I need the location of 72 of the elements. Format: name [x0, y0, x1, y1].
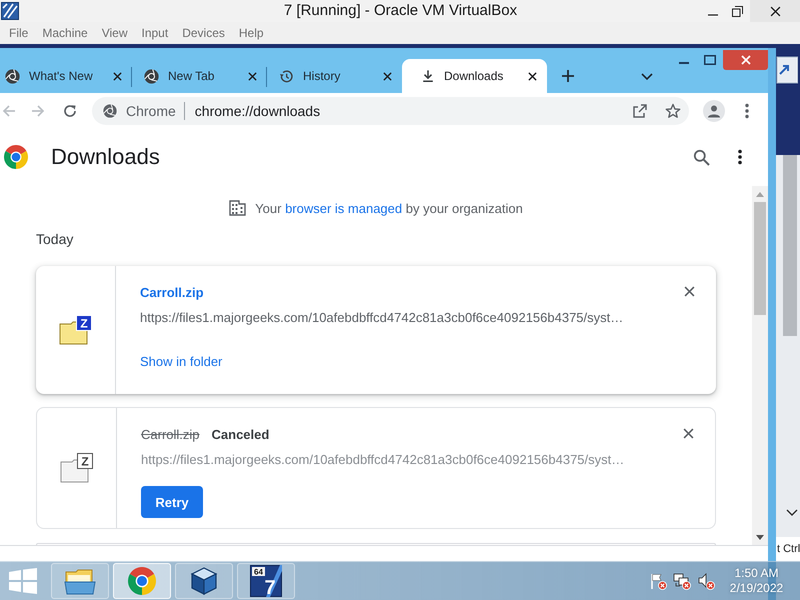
close-button[interactable] — [750, 0, 800, 22]
browser-logo-icon — [4, 145, 28, 169]
browser-tab[interactable]: New Tab — [132, 59, 267, 93]
download-url: https://files1.majorgeeks.com/10afebdbffcd4742c81a3cb0f6ce4092156b4375/syst… — [140, 309, 624, 327]
browser-icon — [144, 68, 159, 84]
reload-icon[interactable] — [62, 102, 78, 118]
browser-logo-icon — [128, 567, 156, 595]
close-icon — [740, 55, 750, 65]
show-in-folder-link[interactable]: Show in folder — [140, 353, 222, 371]
window-title: 7 [Running] - Oracle VM VirtualBox — [284, 1, 518, 21]
close-icon[interactable] — [248, 72, 257, 80]
taskbar-button[interactable] — [51, 563, 109, 599]
managed-link[interactable]: browser is managed — [285, 200, 402, 216]
retry-button[interactable]: Retry — [141, 486, 203, 518]
clock-date: 2/19/2022 — [730, 581, 784, 596]
section-heading: Today — [36, 230, 74, 249]
person-icon — [707, 104, 721, 118]
taskbar-button[interactable] — [175, 563, 233, 599]
download-status: Canceled — [212, 426, 270, 442]
star-icon[interactable] — [665, 102, 681, 118]
menu-item[interactable]: Input — [134, 22, 176, 44]
scroll-down-icon[interactable] — [756, 534, 764, 540]
close-icon[interactable] — [528, 72, 537, 80]
history-icon — [279, 68, 294, 84]
managed-notice: Your browser is managed by your organization — [255, 200, 523, 216]
browser-tab[interactable]: What's New — [0, 59, 132, 93]
start-logo-icon — [8, 568, 38, 594]
file-name-link[interactable]: Carroll.zip — [140, 284, 204, 300]
browser-tab[interactable]: History — [267, 59, 402, 93]
cube-icon[interactable] — [190, 566, 218, 596]
download-url: https://files1.majorgeeks.com/10afebdbffcd4742c81a3cb0f6ce4092156b4375/syst… — [141, 451, 624, 469]
building-icon — [229, 200, 246, 216]
close-icon[interactable] — [682, 428, 694, 439]
profile-button[interactable] — [703, 100, 725, 122]
close-icon[interactable] — [383, 72, 392, 80]
folder-icon[interactable] — [64, 567, 96, 595]
taskbar-button[interactable]: 64 7 — [237, 563, 295, 599]
close-icon[interactable] — [684, 286, 694, 297]
browser-icon — [5, 68, 20, 84]
more-icon[interactable] — [738, 149, 742, 165]
more-icon[interactable] — [744, 102, 748, 118]
file-name: Carroll.zip — [141, 426, 200, 442]
menu-item[interactable]: Devices — [175, 22, 232, 44]
plus-icon[interactable] — [561, 69, 575, 83]
taskbar-button[interactable] — [113, 563, 171, 599]
close-icon[interactable] — [113, 72, 122, 80]
maximize-icon[interactable] — [704, 55, 716, 65]
menu-item[interactable]: View — [94, 22, 134, 44]
menu-item[interactable]: Machine — [35, 22, 95, 44]
scrollbar-thumb[interactable] — [754, 202, 766, 315]
search-icon[interactable] — [693, 148, 710, 166]
network-icon[interactable] — [673, 572, 691, 590]
app-icon — [1, 2, 19, 20]
download-icon — [421, 69, 435, 83]
chevron-down-icon — [786, 509, 798, 517]
vm-icon[interactable]: 64 7 — [250, 565, 282, 597]
host-key-label: t Ctrl — [776, 542, 800, 557]
close-icon — [770, 6, 780, 16]
clock-time: 1:50 AM — [734, 566, 779, 581]
browser-icon — [103, 104, 117, 118]
menu-item[interactable]: File — [2, 22, 36, 44]
speaker-icon[interactable] — [697, 572, 715, 590]
menu-item[interactable]: Help — [232, 22, 271, 44]
shortcut-icon — [776, 56, 798, 84]
address-bar[interactable]: Chrome chrome://downloads — [92, 96, 689, 124]
address-text: chrome://downloads — [194, 102, 322, 118]
page-title: Downloads — [51, 144, 160, 170]
share-icon[interactable] — [632, 102, 648, 118]
browser-tab[interactable]: Downloads — [402, 59, 547, 93]
restore-icon[interactable] — [732, 6, 743, 16]
site-label: Chrome — [126, 102, 176, 118]
flag-icon[interactable] — [649, 572, 667, 590]
